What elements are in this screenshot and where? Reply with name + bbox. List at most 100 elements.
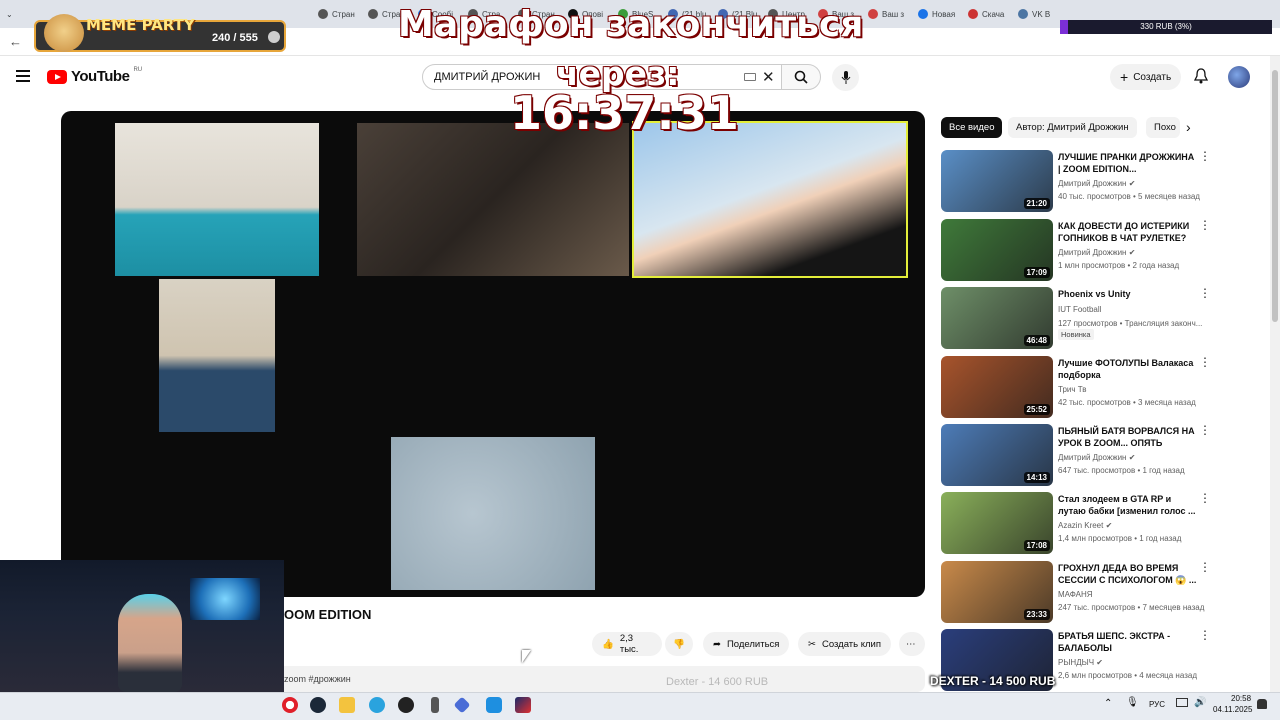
tab-favicon-icon bbox=[918, 9, 928, 19]
kebab-menu-icon[interactable]: ⋮ bbox=[1199, 424, 1211, 436]
recommendation-thumbnail[interactable]: 25:52 bbox=[941, 356, 1053, 418]
duration-badge: 17:08 bbox=[1023, 540, 1050, 551]
app-blue-icon[interactable] bbox=[486, 697, 502, 713]
recommendation-title[interactable]: БРАТЬЯ ШЕПС. ЭКСТРА - БАЛАБОЛЫ bbox=[1058, 630, 1198, 654]
kebab-menu-icon[interactable]: ⋮ bbox=[1199, 561, 1211, 573]
recommendation-item[interactable]: 23:33 ГРОХНУЛ ДЕДА ВО ВРЕМЯ СЕССИИ С ПСИХ… bbox=[941, 561, 1241, 623]
clip-button[interactable]: ✂ Создать клип bbox=[798, 632, 891, 656]
dislike-icon: 👎 bbox=[673, 638, 685, 650]
tab-favicon-icon bbox=[868, 9, 878, 19]
recommendation-channel[interactable]: РЫНДЫЧ ✔ bbox=[1058, 658, 1103, 667]
recommendation-title[interactable]: Стал злодеем в GTA RP и лутаю бабки [изм… bbox=[1058, 493, 1198, 517]
recommendation-item[interactable]: 21:20 ЛУЧШИЕ ПРАНКИ ДРОЖЖИНА | ZOOM EDITI… bbox=[941, 150, 1241, 212]
share-button[interactable]: ➦ Поделиться bbox=[703, 632, 790, 656]
dislike-button[interactable]: 👎 bbox=[665, 632, 693, 656]
create-button[interactable]: + Создать bbox=[1110, 64, 1182, 90]
clear-icon[interactable]: ✕ bbox=[762, 68, 775, 86]
chip-author[interactable]: Автор: Дмитрий Дрожжин bbox=[1008, 117, 1137, 138]
more-icon: ⋯ bbox=[906, 638, 916, 650]
recommendation-item[interactable]: 17:09 КАК ДОВЕСТИ ДО ИСТЕРИКИ ГОПНИКОВ В … bbox=[941, 219, 1241, 281]
recommendation-title[interactable]: Phoenix vs Unity bbox=[1058, 288, 1198, 300]
recommendation-title[interactable]: ГРОХНУЛ ДЕДА ВО ВРЕМЯ СЕССИИ С ПСИХОЛОГО… bbox=[1058, 562, 1198, 586]
browser-tab[interactable]: Скача bbox=[962, 3, 1012, 25]
video-player[interactable] bbox=[61, 111, 925, 597]
notification-bell-icon[interactable] bbox=[1257, 699, 1267, 709]
kebab-menu-icon[interactable]: ⋮ bbox=[1199, 150, 1211, 162]
language-indicator[interactable]: РУС bbox=[1149, 700, 1165, 709]
recommendation-channel[interactable]: Дмитрий Дрожжин ✔ bbox=[1058, 453, 1135, 462]
recommendation-channel[interactable]: МАФАНЯ bbox=[1058, 590, 1093, 599]
mic-icon bbox=[841, 70, 850, 84]
mic-button[interactable] bbox=[832, 64, 859, 91]
back-arrow-icon[interactable]: ← bbox=[9, 34, 22, 49]
network-icon[interactable] bbox=[1176, 698, 1188, 707]
telegram-icon[interactable] bbox=[369, 697, 385, 713]
recommendation-channel[interactable]: IUT Football bbox=[1058, 305, 1101, 314]
kebab-menu-icon[interactable]: ⋮ bbox=[1199, 356, 1211, 368]
more-actions-button[interactable]: ⋯ bbox=[899, 632, 925, 656]
recommendation-channel[interactable]: Трич Тв bbox=[1058, 385, 1087, 394]
folder-icon[interactable] bbox=[339, 697, 355, 713]
share-label: Поделиться bbox=[726, 638, 780, 650]
browser-tab[interactable]: Новая bbox=[912, 3, 962, 25]
recommendation-item[interactable]: 17:08 Стал злодеем в GTA RP и лутаю бабки… bbox=[941, 492, 1241, 554]
browser-tab[interactable]: VK B bbox=[1012, 3, 1062, 25]
doge-icon bbox=[44, 14, 84, 52]
kebab-menu-icon[interactable]: ⋮ bbox=[1199, 287, 1211, 299]
recommendation-item[interactable]: 14:13 ПЬЯНЫЙ БАТЯ ВОРВАЛСЯ НА УРОК В ZOOM… bbox=[941, 424, 1241, 486]
recommendation-thumbnail[interactable]: 14:13 bbox=[941, 424, 1053, 486]
recommendation-thumbnail[interactable]: 21:20 bbox=[941, 150, 1053, 212]
recommendation-channel[interactable]: Дмитрий Дрожжин ✔ bbox=[1058, 179, 1135, 188]
duration-badge: 17:09 bbox=[1023, 267, 1050, 278]
mouse-cursor-icon bbox=[522, 650, 531, 663]
scrollbar-thumb[interactable] bbox=[1272, 70, 1278, 322]
recommendation-thumbnail[interactable]: 17:08 bbox=[941, 492, 1053, 554]
taskbar bbox=[0, 692, 1280, 720]
steam-icon[interactable] bbox=[310, 697, 326, 713]
recommendation-title[interactable]: Лучшие ФОТОЛУПЫ Валакаса подборка bbox=[1058, 357, 1198, 381]
browser-tab[interactable]: Стран bbox=[312, 3, 362, 25]
chevron-right-icon[interactable]: › bbox=[1186, 119, 1191, 135]
avatar[interactable] bbox=[1228, 66, 1250, 88]
like-button[interactable]: 👍 2,3 тыс. bbox=[592, 632, 662, 656]
keyboard-icon[interactable] bbox=[744, 73, 756, 81]
bell-icon[interactable] bbox=[1194, 68, 1208, 84]
recommendation-meta: 647 тыс. просмотров • 1 год назад bbox=[1058, 466, 1185, 475]
kebab-menu-icon[interactable]: ⋮ bbox=[1199, 492, 1211, 504]
kebab-menu-icon[interactable]: ⋮ bbox=[1199, 629, 1211, 641]
duration-badge: 21:20 bbox=[1023, 198, 1050, 209]
recommendation-thumbnail[interactable]: 46:48 bbox=[941, 287, 1053, 349]
usb-icon[interactable] bbox=[431, 697, 439, 713]
recommendation-title[interactable]: ЛУЧШИЕ ПРАНКИ ДРОЖЖИНА | ZOOM EDITION... bbox=[1058, 151, 1198, 175]
recommendation-title[interactable]: ПЬЯНЫЙ БАТЯ ВОРВАЛСЯ НА УРОК В ZOOM... О… bbox=[1058, 425, 1198, 449]
opera-icon[interactable] bbox=[282, 697, 298, 713]
chip-all[interactable]: Все видео bbox=[941, 117, 1003, 138]
duration-badge: 23:33 bbox=[1023, 609, 1050, 620]
webcam-screen-glow bbox=[190, 578, 260, 620]
duration-badge: 14:13 bbox=[1023, 472, 1050, 483]
recommendation-thumbnail[interactable]: 17:09 bbox=[941, 219, 1053, 281]
tab-favicon-icon bbox=[368, 9, 378, 19]
recommendation-item[interactable]: 46:48 Phoenix vs Unity IUT Football 127 про… bbox=[941, 287, 1241, 349]
duration-badge: 46:48 bbox=[1023, 335, 1050, 346]
menu-icon[interactable] bbox=[16, 70, 30, 82]
recommendation-channel[interactable]: Azazin Kreet ✔ bbox=[1058, 521, 1112, 530]
tab-list-button[interactable]: ⌄ bbox=[0, 3, 22, 25]
recommendation-thumbnail[interactable]: 23:33 bbox=[941, 561, 1053, 623]
recommendation-channel[interactable]: Дмитрий Дрожжин ✔ bbox=[1058, 248, 1135, 257]
taskbar-date[interactable]: 04.11.2025 bbox=[1213, 705, 1252, 714]
app-red-icon[interactable] bbox=[515, 697, 531, 713]
tray-chevron-icon[interactable]: ⌃ bbox=[1104, 698, 1112, 709]
chip-similar[interactable]: Похо bbox=[1146, 117, 1180, 138]
recommendation-item[interactable]: 25:52 Лучшие ФОТОЛУПЫ Валакаса подборка Тр… bbox=[941, 356, 1241, 418]
kebab-menu-icon[interactable]: ⋮ bbox=[1199, 219, 1211, 231]
volume-icon[interactable]: 🔊 bbox=[1194, 697, 1206, 708]
participant-tile bbox=[115, 123, 319, 276]
taskbar-time[interactable]: 20:58 bbox=[1231, 694, 1251, 703]
obs-icon[interactable] bbox=[398, 697, 414, 713]
search-button[interactable] bbox=[781, 64, 821, 90]
browser-tab[interactable]: Ваш з bbox=[862, 3, 912, 25]
recommendation-title[interactable]: КАК ДОВЕСТИ ДО ИСТЕРИКИ ГОПНИКОВ В ЧАТ Р… bbox=[1058, 220, 1198, 244]
description-box[interactable]: zoom #дрожжин bbox=[272, 666, 925, 692]
youtube-logo[interactable]: YouTube RU bbox=[47, 67, 142, 85]
